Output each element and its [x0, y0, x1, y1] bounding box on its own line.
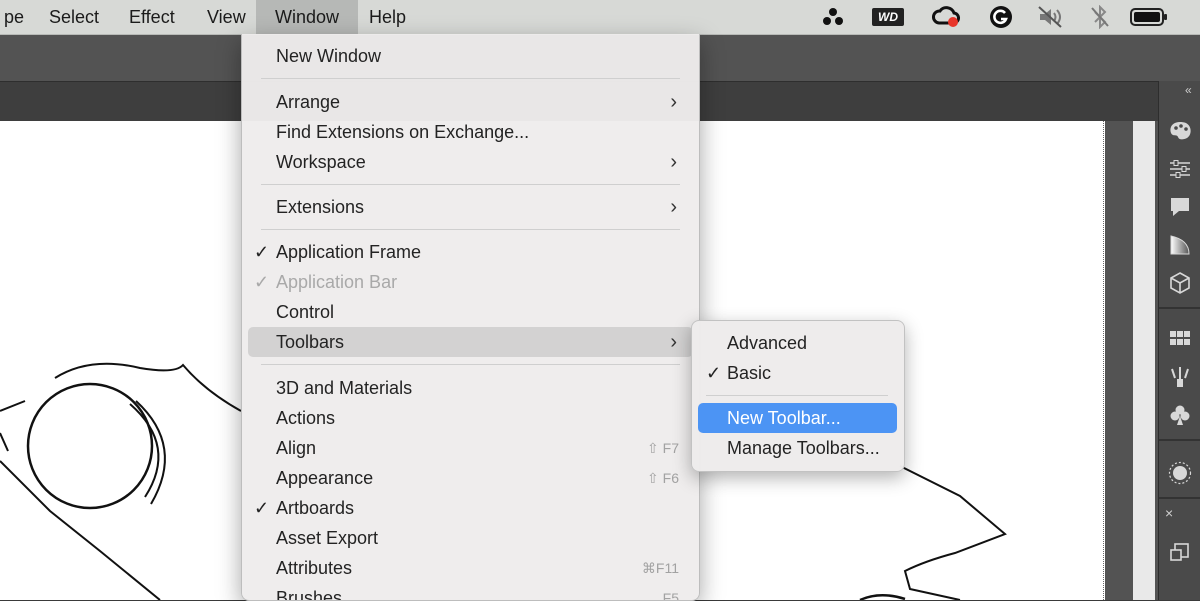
menu-item-3d-materials[interactable]: 3D and Materials	[242, 373, 699, 403]
menu-item-label: 3D and Materials	[276, 378, 413, 398]
menu-item-workspace[interactable]: Workspace ›	[242, 147, 699, 177]
checkmark-icon: ✓	[254, 242, 270, 262]
checkmark-icon: ✓	[254, 272, 270, 292]
menu-item-align[interactable]: Align ⇧ F7	[242, 433, 699, 463]
grammarly-icon[interactable]	[987, 0, 1015, 34]
menu-item-toolbars[interactable]: Toolbars ›	[248, 327, 693, 357]
vertical-scrollbar[interactable]	[1133, 121, 1155, 600]
brush-icon[interactable]	[1168, 365, 1192, 389]
palette-icon[interactable]	[1168, 119, 1192, 143]
shortcut-label: F5	[662, 590, 679, 601]
menu-item-label: Find Extensions on Exchange...	[276, 122, 530, 142]
cube-icon[interactable]	[1168, 271, 1192, 295]
battery-icon[interactable]	[1128, 0, 1170, 34]
menu-item-label: New Window	[276, 46, 382, 66]
shortcut-label: ⇧ F6	[647, 470, 679, 486]
dots-icon[interactable]	[820, 0, 846, 34]
menu-item-label: Brushes	[276, 588, 343, 601]
creative-cloud-icon[interactable]	[930, 0, 962, 34]
close-panel-icon[interactable]: ×	[1165, 505, 1173, 521]
menu-view[interactable]: View	[195, 0, 258, 34]
menu-bar: pe Select Effect View Window Help WD	[0, 0, 1200, 35]
menu-separator	[706, 395, 888, 396]
shortcut-label: ⇧ F7	[647, 440, 679, 456]
panel-dock: « ×	[1158, 81, 1200, 600]
menu-effect[interactable]: Effect	[117, 0, 187, 34]
sun-icon[interactable]	[1168, 461, 1192, 485]
bluetooth-off-icon[interactable]	[1088, 0, 1112, 34]
menu-item-extensions[interactable]: Extensions ›	[242, 192, 699, 222]
submenu-item-manage-toolbars[interactable]: Manage Toolbars...	[698, 433, 897, 463]
chevron-right-icon: ›	[670, 196, 677, 218]
expand-panels-icon[interactable]: «	[1185, 83, 1192, 97]
submenu-item-basic[interactable]: ✓ Basic	[698, 358, 897, 388]
menu-item-label: Appearance	[276, 468, 374, 488]
menu-item-label: Asset Export	[276, 528, 379, 548]
dock-divider	[1159, 439, 1200, 441]
menu-item-control[interactable]: Control	[242, 297, 699, 327]
menu-item-new-window[interactable]: New Window	[242, 41, 699, 71]
submenu-item-new-toolbar[interactable]: New Toolbar...	[698, 403, 897, 433]
menu-item-label: Application Bar	[276, 272, 398, 292]
club-symbol-icon[interactable]	[1168, 403, 1192, 427]
menu-item-label: Arrange	[276, 92, 341, 112]
menu-separator	[261, 184, 680, 185]
menu-item-attributes[interactable]: Attributes ⌘F11	[242, 553, 699, 583]
menu-item-label: Workspace	[276, 152, 366, 172]
submenu-item-advanced[interactable]: Advanced	[698, 328, 897, 358]
menu-item-actions[interactable]: Actions	[242, 403, 699, 433]
comment-icon[interactable]	[1168, 195, 1192, 219]
menu-separator	[261, 78, 680, 79]
gradient-icon[interactable]	[1168, 233, 1192, 257]
bleed-guide	[1103, 121, 1104, 600]
swatches-icon[interactable]	[1168, 327, 1192, 351]
menu-item-application-frame[interactable]: ✓ Application Frame	[242, 237, 699, 267]
menu-item-appearance[interactable]: Appearance ⇧ F6	[242, 463, 699, 493]
menu-item-label: Actions	[276, 408, 336, 428]
submenu-item-label: Manage Toolbars...	[727, 438, 880, 458]
wd-label: WD	[872, 8, 904, 26]
menu-item-artboards[interactable]: ✓ Artboards	[242, 493, 699, 523]
sliders-icon[interactable]	[1168, 157, 1192, 181]
submenu-item-label: Advanced	[727, 333, 808, 353]
chevron-right-icon: ›	[670, 91, 677, 113]
chevron-right-icon: ›	[670, 151, 677, 173]
dock-divider	[1159, 497, 1200, 499]
checkmark-icon: ✓	[706, 363, 722, 383]
shortcut-label: ⌘F11	[641, 560, 679, 576]
menu-item-label: Application Frame	[276, 242, 422, 262]
menu-item-label: Toolbars	[276, 332, 345, 352]
menu-separator	[261, 229, 680, 230]
menu-select[interactable]: Select	[37, 0, 111, 34]
menu-help[interactable]: Help	[357, 0, 418, 34]
menu-item-label: Extensions	[276, 197, 365, 217]
menu-item-arrange[interactable]: Arrange ›	[242, 87, 699, 117]
submenu-item-label: New Toolbar...	[727, 408, 841, 428]
menu-item-find-extensions[interactable]: Find Extensions on Exchange...	[242, 117, 699, 147]
menu-item-label: Control	[276, 302, 335, 322]
window-menu: New Window Arrange › Find Extensions on …	[241, 34, 700, 601]
menu-item-label: Artboards	[276, 498, 355, 518]
menu-item-label: Align	[276, 438, 317, 458]
artboard-icon[interactable]	[1168, 541, 1192, 565]
submenu-item-label: Basic	[727, 363, 772, 383]
menu-item-asset-export[interactable]: Asset Export	[242, 523, 699, 553]
menu-separator	[261, 364, 680, 365]
toolbars-submenu: Advanced ✓ Basic New Toolbar... Manage T…	[691, 320, 905, 472]
menu-item-brushes[interactable]: Brushes F5	[242, 583, 699, 601]
checkmark-icon: ✓	[254, 498, 270, 518]
menu-type[interactable]: pe	[0, 0, 36, 34]
menu-window[interactable]: Window	[256, 0, 359, 34]
menu-item-label: Attributes	[276, 558, 353, 578]
wd-drive-icon[interactable]: WD	[870, 0, 906, 34]
chevron-right-icon: ›	[670, 331, 677, 353]
dock-divider	[1159, 307, 1200, 309]
menu-item-application-bar: ✓ Application Bar	[242, 267, 699, 297]
mute-icon[interactable]	[1036, 0, 1066, 34]
